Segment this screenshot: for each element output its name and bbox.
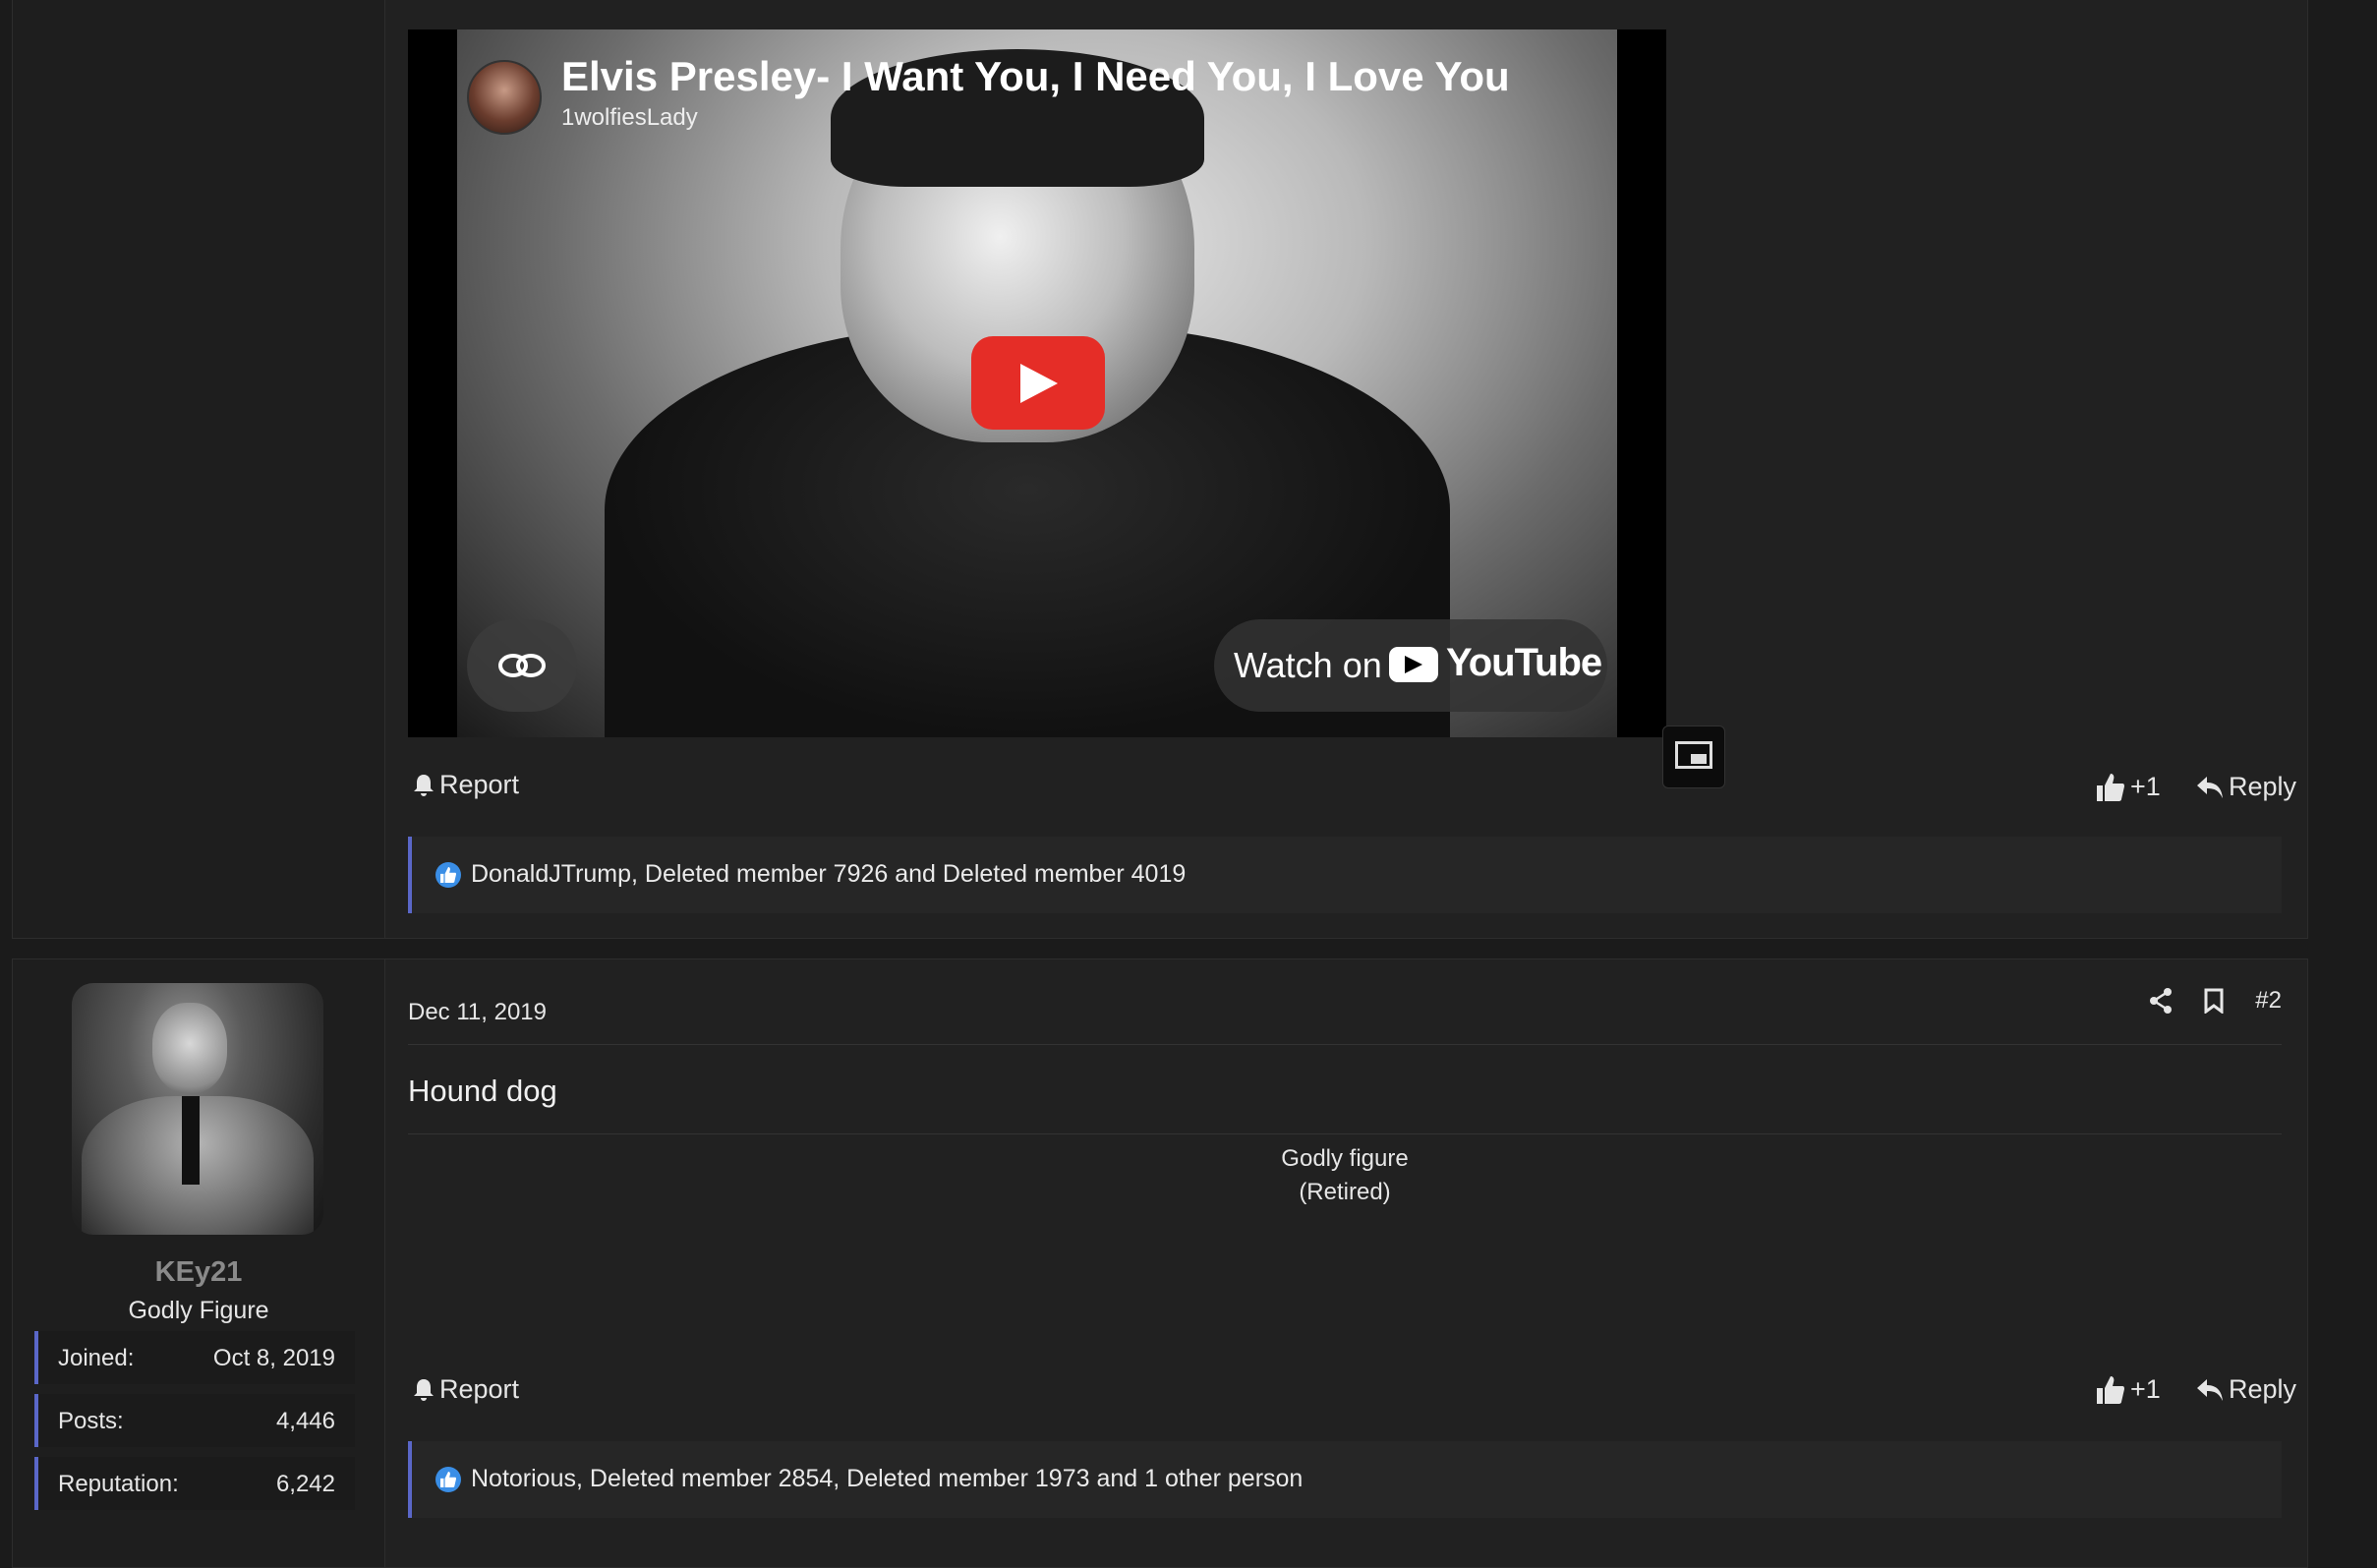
reactions-bar[interactable]: DonaldJTrump, Deleted member 7926 and De… xyxy=(408,837,2282,913)
like-reaction-icon xyxy=(435,862,461,888)
post-1-content: Elvis Presley- I Want You, I Need You, I… xyxy=(408,0,2296,938)
reactions-list[interactable]: Notorious, Deleted member 2854, Deleted … xyxy=(471,1465,1303,1493)
link-icon xyxy=(498,654,546,677)
report-label: Report xyxy=(439,1374,520,1404)
youtube-logo-icon xyxy=(1389,647,1438,682)
thumbs-up-icon xyxy=(2097,1375,2124,1404)
report-label: Report xyxy=(439,770,520,799)
post-tools: #2 xyxy=(2149,987,2282,1015)
plus-one-label: +1 xyxy=(2130,772,2161,801)
username[interactable]: KEy21 xyxy=(13,1256,384,1289)
picture-in-picture-button[interactable] xyxy=(1662,726,1725,788)
reply-arrow-icon xyxy=(2197,1378,2223,1401)
post-body: Hound dog xyxy=(408,1074,557,1108)
reply-button[interactable]: Reply xyxy=(2197,772,2296,802)
post-2-content: Dec 11, 2019 #2 Hound dog Godly figure (… xyxy=(408,959,2296,1567)
stat-label: Joined: xyxy=(58,1345,135,1371)
video-title[interactable]: Elvis Presley- I Want You, I Need You, I… xyxy=(561,53,1510,100)
watch-on-label: Watch on xyxy=(1234,645,1382,685)
bookmark-icon[interactable] xyxy=(2204,988,2224,1014)
stat-value: 6,242 xyxy=(275,1471,335,1497)
stat-reputation: Reputation: 6,242 xyxy=(34,1457,355,1510)
stat-value: Oct 8, 2019 xyxy=(212,1345,335,1371)
bell-icon xyxy=(414,774,434,796)
channel-avatar[interactable] xyxy=(467,60,542,135)
stat-label: Reputation: xyxy=(58,1471,179,1497)
plus-one-button[interactable]: +1 xyxy=(2097,1374,2161,1405)
thumbs-up-icon xyxy=(2097,773,2124,801)
reactions-list[interactable]: DonaldJTrump, Deleted member 7926 and De… xyxy=(471,860,1186,889)
signature-line-1: Godly figure xyxy=(1281,1145,1409,1172)
bell-icon xyxy=(414,1378,434,1401)
play-button[interactable] xyxy=(971,336,1105,430)
plus-one-button[interactable]: +1 xyxy=(2097,772,2161,802)
post-1-user-column xyxy=(13,0,385,938)
post-2: KEy21 Godly Figure Joined: Oct 8, 2019 P… xyxy=(12,958,2308,1568)
watch-on-youtube-button[interactable]: Watch on YouTube xyxy=(1214,619,1607,712)
post-1: Elvis Presley- I Want You, I Need You, I… xyxy=(12,0,2308,939)
reply-label: Reply xyxy=(2229,1374,2297,1404)
youtube-embed[interactable]: Elvis Presley- I Want You, I Need You, I… xyxy=(408,29,1666,737)
reply-button[interactable]: Reply xyxy=(2197,1374,2296,1405)
plus-one-label: +1 xyxy=(2130,1374,2161,1404)
user-title: Godly Figure xyxy=(128,1297,269,1324)
divider xyxy=(408,1044,2282,1045)
signature-line-2: (Retired) xyxy=(1299,1179,1391,1205)
report-button[interactable]: Report xyxy=(414,770,519,800)
signature: Godly figure (Retired) xyxy=(408,1142,2282,1209)
report-button[interactable]: Report xyxy=(414,1374,519,1405)
post-2-user-column: KEy21 Godly Figure Joined: Oct 8, 2019 P… xyxy=(13,959,385,1567)
stat-label: Posts: xyxy=(58,1408,124,1434)
stat-joined: Joined: Oct 8, 2019 xyxy=(34,1331,355,1384)
video-channel-name[interactable]: 1wolfiesLady xyxy=(561,104,698,132)
reply-arrow-icon xyxy=(2197,776,2223,798)
signature-divider xyxy=(408,1133,2282,1134)
post-number[interactable]: #2 xyxy=(2255,987,2282,1015)
like-reaction-icon xyxy=(435,1467,461,1492)
stat-value: 4,446 xyxy=(275,1408,335,1434)
youtube-wordmark: YouTube xyxy=(1446,641,1602,684)
reactions-bar[interactable]: Notorious, Deleted member 2854, Deleted … xyxy=(408,1441,2282,1518)
stat-posts: Posts: 4,446 xyxy=(34,1394,355,1447)
play-icon xyxy=(1020,364,1058,403)
copy-link-button[interactable] xyxy=(467,619,577,712)
post-date[interactable]: Dec 11, 2019 xyxy=(408,999,547,1026)
share-icon[interactable] xyxy=(2149,988,2173,1014)
avatar[interactable] xyxy=(72,983,323,1235)
reply-label: Reply xyxy=(2229,772,2297,801)
